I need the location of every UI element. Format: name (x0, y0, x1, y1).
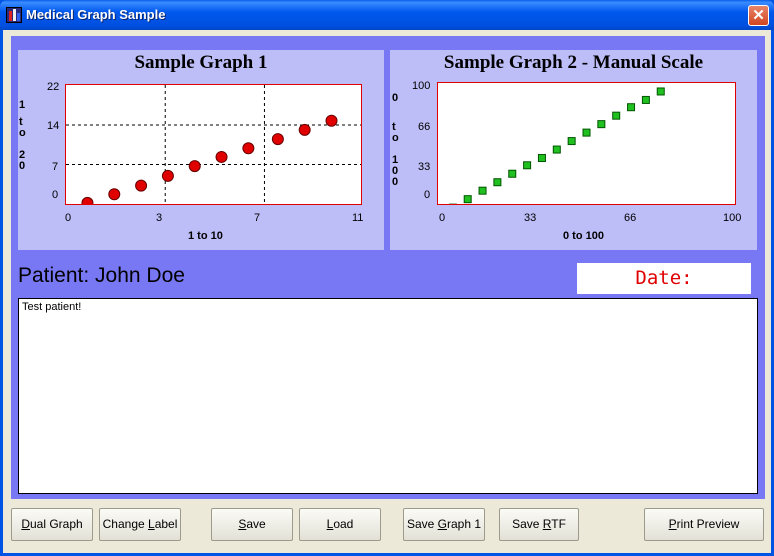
print-preview-button[interactable]: Print Preview (644, 508, 764, 541)
dual-graph-button[interactable]: Dual Graph (11, 508, 93, 541)
graph2-xtick: 66 (624, 212, 637, 224)
graph1-data-point (188, 160, 201, 173)
graph1-ytick: 0 (52, 189, 59, 201)
graph1-data-point (298, 123, 311, 136)
client-area: Sample Graph 1 1 t o 2 0 22 14 7 0 0 3 7 (3, 30, 771, 553)
graph2-ytick: 66 (418, 121, 431, 133)
graph1-ytick: 22 (47, 81, 60, 93)
graph2-data-point (463, 195, 472, 204)
graph-canvas: Sample Graph 1 1 t o 2 0 22 14 7 0 0 3 7 (11, 36, 765, 499)
load-button[interactable]: Load (299, 508, 381, 541)
date-label: Date: 11/28/2001 (577, 263, 751, 320)
graph2-data-point (493, 178, 502, 187)
graph2-data-point (612, 111, 621, 120)
graph1-xtick: 11 (352, 212, 364, 224)
graph2-data-point (627, 103, 636, 112)
graph2-plot[interactable] (437, 82, 736, 205)
notes-textarea[interactable]: Test patient! (18, 298, 758, 494)
graph1-data-point (161, 169, 174, 182)
graph1-panel: Sample Graph 1 1 t o 2 0 22 14 7 0 0 3 7 (18, 50, 384, 250)
graph1-ytick: 7 (52, 161, 59, 173)
graph1-plot[interactable] (65, 84, 362, 205)
graph2-data-point (523, 161, 532, 170)
graph1-xlabel: 1 to 10 (188, 230, 223, 242)
graph2-xtick: 100 (723, 212, 742, 224)
notes-text: Test patient! (22, 301, 82, 313)
patient-label: Patient: John Doe (18, 264, 185, 287)
graph2-data-point (537, 154, 546, 163)
graph1-xtick: 7 (254, 212, 261, 224)
graph2-data-point (508, 169, 517, 178)
close-button[interactable]: ✕ (748, 5, 769, 26)
graph2-ylabel: 0 t o 1 0 0 (392, 92, 399, 188)
graph2-xtick: 0 (439, 212, 446, 224)
graph1-title: Sample Graph 1 (134, 52, 268, 73)
title-bar[interactable]: Medical Graph Sample ✕ (0, 0, 774, 30)
graph2-data-point (641, 95, 650, 104)
graph2-ytick: 0 (424, 189, 431, 201)
graph2-xlabel: 0 to 100 (563, 230, 604, 242)
graph1-xtick: 0 (65, 212, 72, 224)
graph2-data-point (567, 137, 576, 146)
graph2-data-point (582, 128, 591, 137)
graph2-data-point (552, 145, 561, 154)
graph2-panel: Sample Graph 2 - Manual Scale 0 t o 1 0 … (390, 50, 757, 250)
graph1-plot-svg (66, 85, 361, 204)
graph1-data-point (215, 150, 228, 163)
app-icon (6, 7, 22, 23)
change-label-button[interactable]: Change Label (99, 508, 181, 541)
graph2-data-point (597, 120, 606, 129)
graph1-data-point (135, 179, 148, 192)
graph1-data-point (81, 196, 94, 204)
app-window: Medical Graph Sample ✕ Sample Graph 1 1 … (0, 0, 774, 556)
graph1-data-point (271, 133, 284, 146)
graph2-data-point (656, 87, 665, 96)
save-rtf-button[interactable]: Save RTF (499, 508, 579, 541)
graph1-ytick: 14 (47, 120, 60, 132)
graph2-xtick: 33 (524, 212, 537, 224)
graph1-ylabel: 1 t o 2 0 (19, 99, 26, 172)
graph2-ytick: 33 (418, 161, 431, 173)
graph1-data-point (325, 114, 338, 127)
window-title: Medical Graph Sample (26, 7, 166, 22)
save-button[interactable]: Save (211, 508, 293, 541)
graph1-data-point (108, 188, 121, 201)
graph2-ytick: 100 (412, 80, 431, 92)
graph2-title: Sample Graph 2 - Manual Scale (443, 52, 704, 73)
graph2-data-point (478, 186, 487, 195)
graph1-xtick: 3 (156, 212, 163, 224)
save-graph1-button[interactable]: Save Graph 1 (403, 508, 485, 541)
graph1-data-point (242, 142, 255, 155)
graph2-plot-svg (448, 87, 665, 204)
